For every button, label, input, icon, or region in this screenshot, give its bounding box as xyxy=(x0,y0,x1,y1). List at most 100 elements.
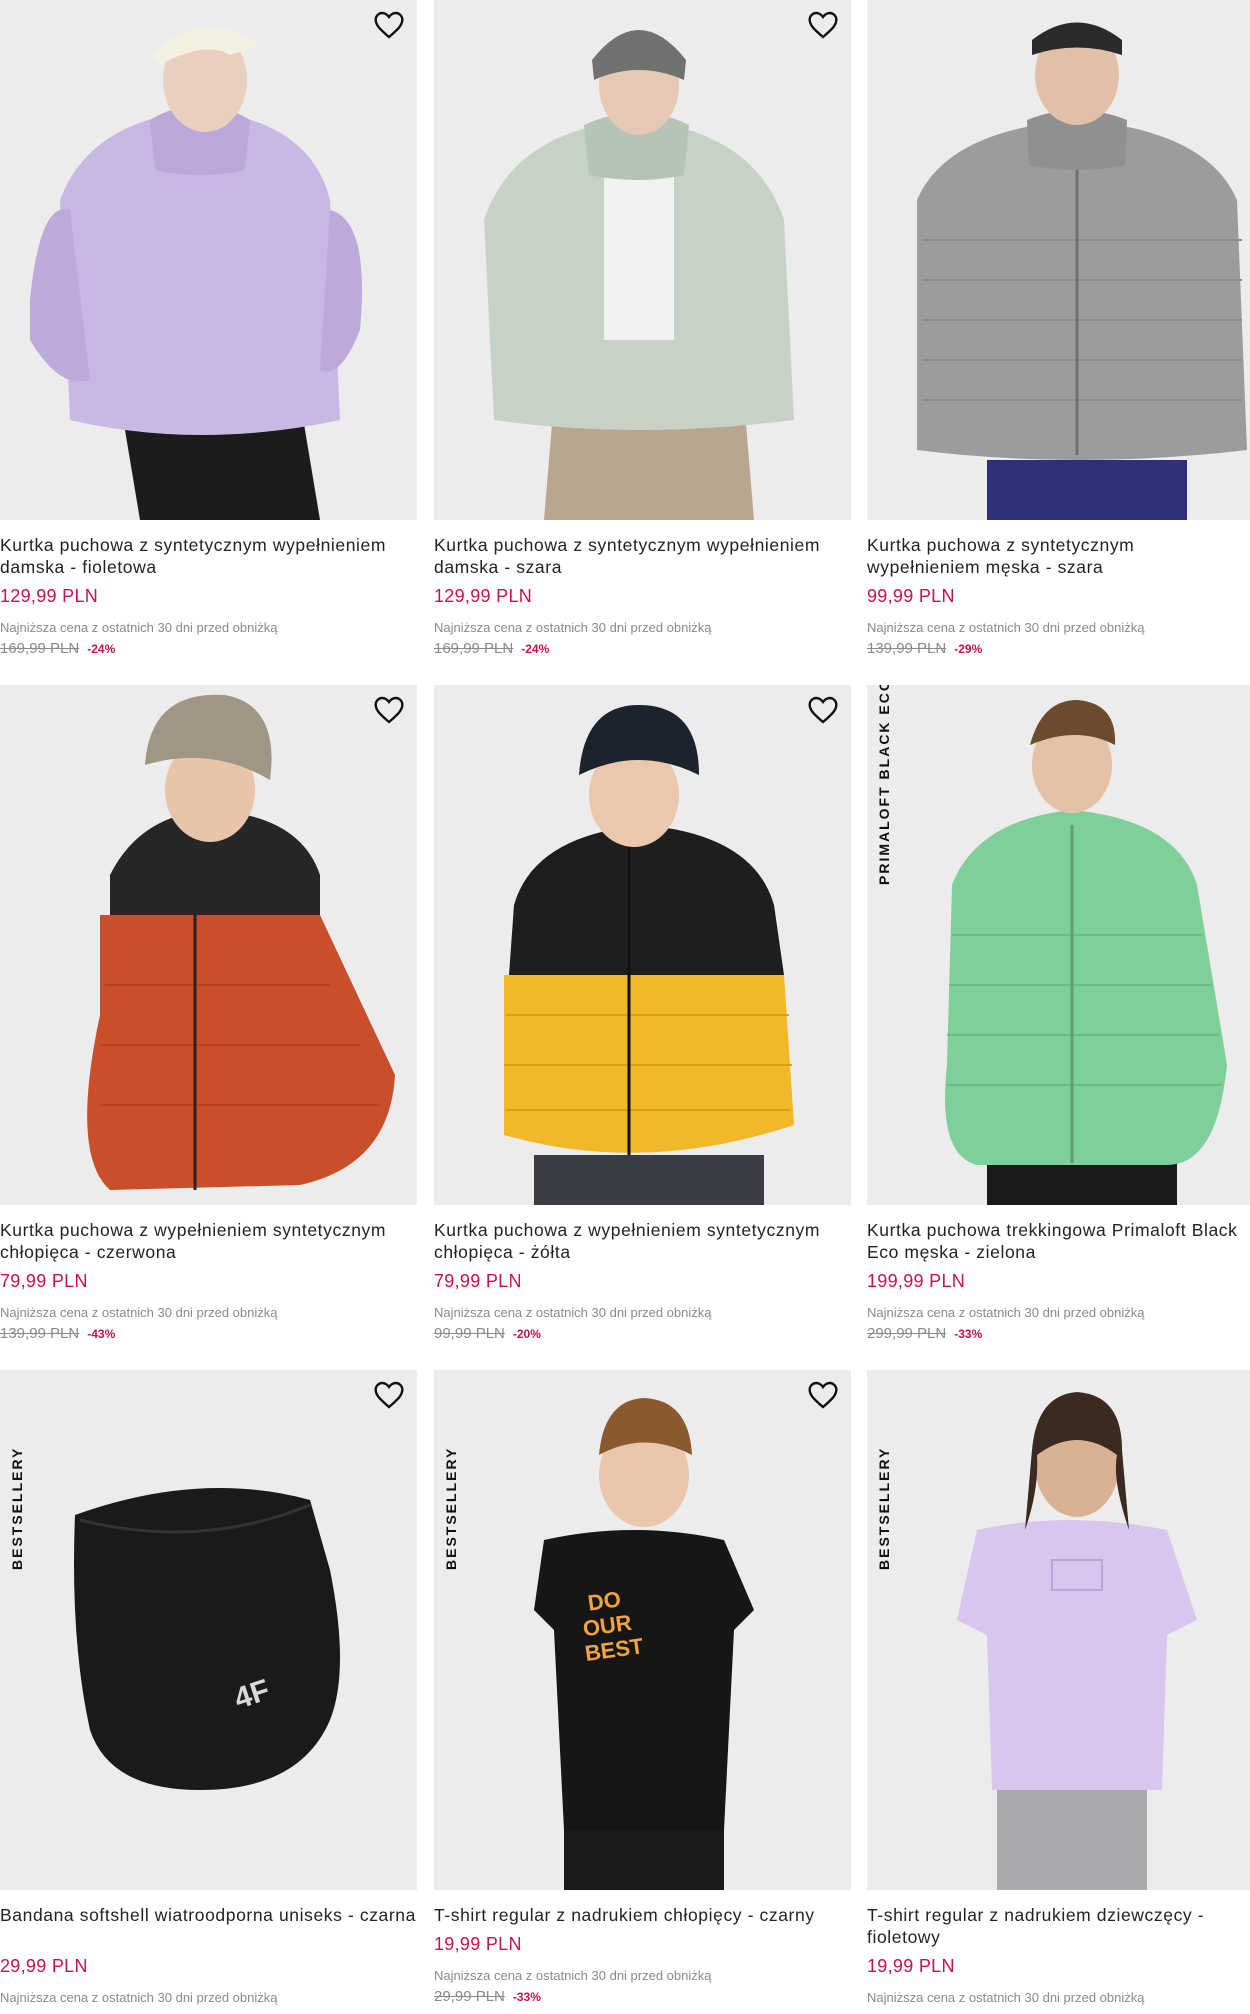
lowest-price-note: Najniższa cena z ostatnich 30 dni przed … xyxy=(0,1990,278,2005)
product-photo-illustration xyxy=(867,0,1250,520)
discount-badge: -29% xyxy=(954,642,983,656)
lowest-price-note: Najniższa cena z ostatnich 30 dni przed … xyxy=(434,1305,712,1320)
product-price: 129,99 PLN xyxy=(0,586,99,606)
add-to-wishlist-button[interactable] xyxy=(373,1380,409,1414)
product-info: T-shirt regular z nadrukiem chłopięcy - … xyxy=(434,1904,851,2008)
product-image[interactable] xyxy=(867,0,1250,520)
lowest-price-note: Najniższa cena z ostatnich 30 dni przed … xyxy=(867,1990,1145,2005)
lowest-price-note: Najniższa cena z ostatnich 30 dni przed … xyxy=(434,1968,712,1983)
product-card[interactable]: Kurtka puchowa z syntetycznym wypełnieni… xyxy=(867,0,1250,685)
lowest-price-note: Najniższa cena z ostatnich 30 dni przed … xyxy=(434,620,712,635)
product-card[interactable]: PRIMALOFT BLACK ECO Kurtka puchowa trekk… xyxy=(867,685,1250,1370)
product-info: Kurtka puchowa trekkingowa Primaloft Bla… xyxy=(867,1219,1250,1345)
heart-icon xyxy=(808,696,838,724)
product-info: T-shirt regular z nadrukiem dziewczęcy -… xyxy=(867,1904,1250,2008)
heart-icon xyxy=(374,1381,404,1409)
old-price: 99,99 PLN xyxy=(434,1325,505,1342)
add-to-wishlist-button[interactable] xyxy=(373,695,409,729)
heart-icon xyxy=(808,11,838,39)
product-image[interactable] xyxy=(434,0,851,520)
product-title[interactable]: Kurtka puchowa z wypełnieniem syntetyczn… xyxy=(434,1219,851,1263)
discount-badge: -43% xyxy=(87,1327,116,1341)
product-card[interactable]: 4F BESTSELLERY Bandana softshell wiatroo… xyxy=(0,1370,417,2014)
product-card[interactable]: Kurtka puchowa z wypełnieniem syntetyczn… xyxy=(434,685,851,1370)
product-image[interactable] xyxy=(0,685,417,1205)
discount-badge: -20% xyxy=(512,1327,541,1341)
product-image[interactable]: PRIMALOFT BLACK ECO xyxy=(867,685,1250,1205)
product-card[interactable]: Kurtka puchowa z syntetycznym wypełnieni… xyxy=(434,0,851,685)
old-price-row: 169,99 PLN -24% xyxy=(0,640,417,660)
product-title[interactable]: Kurtka puchowa z syntetycznym wypełnieni… xyxy=(0,534,417,578)
discount-badge: -33% xyxy=(954,1327,983,1341)
product-title[interactable]: Kurtka puchowa trekkingowa Primaloft Bla… xyxy=(867,1219,1250,1263)
heart-icon xyxy=(808,1381,838,1409)
product-badge: BESTSELLERY xyxy=(876,1446,892,1570)
product-badge: BESTSELLERY xyxy=(443,1446,459,1570)
lowest-price-note: Najniższa cena z ostatnich 30 dni przed … xyxy=(0,1305,278,1320)
lowest-price-note: Najniższa cena z ostatnich 30 dni przed … xyxy=(867,1305,1145,1320)
product-image[interactable]: DO OUR BEST BESTSELLERY xyxy=(434,1370,851,1890)
product-title[interactable]: T-shirt regular z nadrukiem chłopięcy - … xyxy=(434,1904,851,1926)
product-image[interactable] xyxy=(434,685,851,1205)
product-photo-illustration xyxy=(867,685,1250,1205)
old-price-row: 139,99 PLN -29% xyxy=(867,640,1250,660)
product-info: Bandana softshell wiatroodporna uniseks … xyxy=(0,1904,417,2008)
product-card[interactable]: BESTSELLERY T-shirt regular z nadrukiem … xyxy=(867,1370,1250,2014)
product-title[interactable]: Kurtka puchowa z wypełnieniem syntetyczn… xyxy=(0,1219,417,1263)
add-to-wishlist-button[interactable] xyxy=(807,695,843,729)
old-price-row: 99,99 PLN -20% xyxy=(434,1325,851,1345)
product-photo-illustration xyxy=(434,685,851,1205)
heart-icon xyxy=(374,696,404,724)
product-card[interactable]: Kurtka puchowa z syntetycznym wypełnieni… xyxy=(0,0,417,685)
product-photo-illustration: 4F xyxy=(0,1370,417,1890)
old-price-row: 299,99 PLN -33% xyxy=(867,1325,1250,1345)
discount-badge: -33% xyxy=(512,1990,541,2004)
product-title[interactable]: Kurtka puchowa z syntetycznym wypełnieni… xyxy=(867,534,1250,578)
product-photo-illustration: DO OUR BEST xyxy=(434,1370,851,1890)
add-to-wishlist-button[interactable] xyxy=(807,1380,843,1414)
product-grid: Kurtka puchowa z syntetycznym wypełnieni… xyxy=(0,0,1250,2014)
product-title[interactable]: Bandana softshell wiatroodporna uniseks … xyxy=(0,1904,417,1948)
product-photo-illustration xyxy=(867,1370,1250,1890)
discount-badge: -24% xyxy=(521,642,550,656)
product-card[interactable]: Kurtka puchowa z wypełnieniem syntetyczn… xyxy=(0,685,417,1370)
product-info: Kurtka puchowa z syntetycznym wypełnieni… xyxy=(0,534,417,660)
product-price: 19,99 PLN xyxy=(867,1956,955,1976)
product-price: 199,99 PLN xyxy=(867,1271,966,1291)
product-info: Kurtka puchowa z syntetycznym wypełnieni… xyxy=(867,534,1250,660)
product-photo-illustration xyxy=(0,685,417,1205)
product-info: Kurtka puchowa z syntetycznym wypełnieni… xyxy=(434,534,851,660)
add-to-wishlist-button[interactable] xyxy=(373,10,409,44)
product-price: 29,99 PLN xyxy=(0,1956,88,1976)
old-price-row: 169,99 PLN -24% xyxy=(434,640,851,660)
product-badge: BESTSELLERY xyxy=(9,1446,25,1570)
old-price-row: 29,99 PLN -33% xyxy=(434,1988,851,2008)
product-price: 129,99 PLN xyxy=(434,586,533,606)
product-price: 99,99 PLN xyxy=(867,586,955,606)
product-badge: PRIMALOFT BLACK ECO xyxy=(876,685,892,885)
product-image[interactable] xyxy=(0,0,417,520)
old-price: 139,99 PLN xyxy=(867,640,947,657)
product-image[interactable]: 4F BESTSELLERY xyxy=(0,1370,417,1890)
product-info: Kurtka puchowa z wypełnieniem syntetyczn… xyxy=(434,1219,851,1345)
product-price: 79,99 PLN xyxy=(0,1271,88,1291)
heart-icon xyxy=(374,11,404,39)
product-price: 79,99 PLN xyxy=(434,1271,522,1291)
add-to-wishlist-button[interactable] xyxy=(807,10,843,44)
discount-badge: -24% xyxy=(87,642,116,656)
old-price: 299,99 PLN xyxy=(867,1325,947,1342)
product-image[interactable]: BESTSELLERY xyxy=(867,1370,1250,1890)
lowest-price-note: Najniższa cena z ostatnich 30 dni przed … xyxy=(0,620,278,635)
product-price: 19,99 PLN xyxy=(434,1934,522,1954)
old-price: 29,99 PLN xyxy=(434,1988,505,2005)
lowest-price-note: Najniższa cena z ostatnich 30 dni przed … xyxy=(867,620,1145,635)
product-card[interactable]: DO OUR BEST BESTSELLERY T-shirt regular … xyxy=(434,1370,851,2014)
product-title[interactable]: T-shirt regular z nadrukiem dziewczęcy -… xyxy=(867,1904,1250,1948)
old-price: 169,99 PLN xyxy=(0,640,80,657)
product-photo-illustration xyxy=(0,0,417,520)
old-price: 139,99 PLN xyxy=(0,1325,80,1342)
old-price: 169,99 PLN xyxy=(434,640,514,657)
product-info: Kurtka puchowa z wypełnieniem syntetyczn… xyxy=(0,1219,417,1345)
product-title[interactable]: Kurtka puchowa z syntetycznym wypełnieni… xyxy=(434,534,851,578)
old-price-row: 139,99 PLN -43% xyxy=(0,1325,417,1345)
